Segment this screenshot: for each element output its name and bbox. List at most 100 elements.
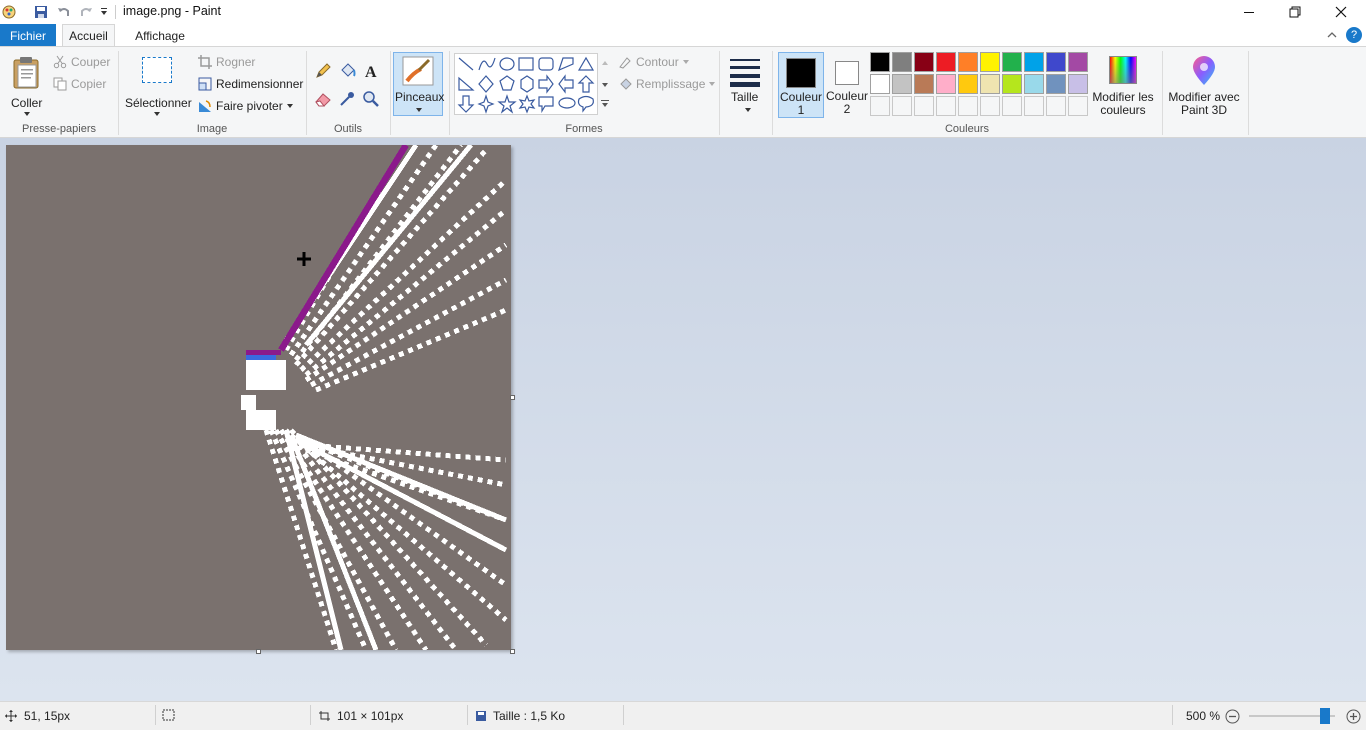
undo-icon[interactable] <box>55 3 73 21</box>
size-label: Taille <box>731 90 759 104</box>
zoom-in-button[interactable] <box>1346 709 1361 724</box>
palette-swatch[interactable] <box>1002 52 1022 72</box>
brush-icon <box>402 56 434 86</box>
copy-icon <box>53 77 67 91</box>
palette-swatch[interactable] <box>980 52 1000 72</box>
zoom-slider-thumb[interactable] <box>1320 708 1331 724</box>
copy-button[interactable]: Copier <box>53 77 106 91</box>
outline-button[interactable]: Contour <box>618 55 690 69</box>
palette-swatch[interactable] <box>870 74 890 94</box>
color-picker-icon[interactable] <box>338 90 356 108</box>
palette-swatch[interactable] <box>1024 52 1044 72</box>
outline-icon <box>619 57 631 69</box>
select-button[interactable]: Sélectionner <box>123 53 192 117</box>
palette-swatch[interactable] <box>958 74 978 94</box>
fill-button[interactable]: Remplissage <box>618 77 716 91</box>
status-separator <box>623 705 624 725</box>
resize-handle-bottom[interactable] <box>256 649 261 654</box>
color1-button[interactable]: Couleur 1 <box>778 52 824 118</box>
tab-view[interactable]: Affichage <box>124 24 196 47</box>
select-dropdown-icon[interactable] <box>153 111 161 117</box>
size-button[interactable]: Taille <box>726 53 764 115</box>
shapes-gallery[interactable] <box>454 53 598 115</box>
palette-swatch[interactable] <box>914 74 934 94</box>
palette-swatch[interactable] <box>1068 52 1088 72</box>
palette-swatch-empty[interactable] <box>980 96 1000 116</box>
resize-button[interactable]: Redimensionner <box>198 77 303 91</box>
customize-quick-access-icon[interactable] <box>98 3 110 21</box>
tab-home[interactable]: Accueil <box>62 24 115 47</box>
save-icon[interactable] <box>32 3 50 21</box>
palette-swatch[interactable] <box>892 52 912 72</box>
text-tool-icon[interactable]: A <box>362 62 380 81</box>
palette-swatch[interactable] <box>1002 74 1022 94</box>
minimize-button[interactable] <box>1226 0 1272 24</box>
zoom-slider-track[interactable] <box>1249 708 1335 724</box>
palette-swatch-empty[interactable] <box>892 96 912 116</box>
palette-swatch-empty[interactable] <box>1002 96 1022 116</box>
edit-with-paint3d-button[interactable]: Modifier avec Paint 3D <box>1166 53 1242 119</box>
palette-swatch-empty[interactable] <box>936 96 956 116</box>
outline-dropdown-icon[interactable] <box>682 59 690 65</box>
edit-colors-button[interactable]: Modifier les couleurs <box>1090 53 1156 119</box>
ribbon: Coller Couper Copier Presse-papiers Séle… <box>0 46 1366 138</box>
palette-swatch-empty[interactable] <box>870 96 890 116</box>
collapse-ribbon-icon[interactable] <box>1326 29 1338 43</box>
palette-swatch[interactable] <box>1046 74 1066 94</box>
brushes-dropdown-icon[interactable] <box>415 107 423 113</box>
magnifier-icon[interactable] <box>362 90 380 108</box>
palette-swatch[interactable] <box>892 74 912 94</box>
palette-swatch[interactable] <box>870 52 890 72</box>
palette-swatch[interactable] <box>1068 74 1088 94</box>
palette-swatch[interactable] <box>1046 52 1066 72</box>
palette-swatch-empty[interactable] <box>1024 96 1044 116</box>
resize-handle-right[interactable] <box>510 395 515 400</box>
zoom-out-button[interactable] <box>1225 709 1240 724</box>
color2-button[interactable]: Couleur 2 <box>825 52 869 118</box>
paste-label: Coller <box>11 96 43 110</box>
pencil-icon[interactable] <box>314 62 332 80</box>
drawing-canvas[interactable] <box>6 145 511 650</box>
palette-swatch-empty[interactable] <box>914 96 934 116</box>
color-palette[interactable] <box>870 52 1092 118</box>
canvas-workspace[interactable] <box>0 138 1366 701</box>
palette-swatch[interactable] <box>958 52 978 72</box>
shapes-scroll[interactable] <box>598 53 612 115</box>
palette-swatch-empty[interactable] <box>1068 96 1088 116</box>
paste-button[interactable]: Coller <box>8 53 46 117</box>
palette-swatch-empty[interactable] <box>958 96 978 116</box>
resize-handle-corner[interactable] <box>510 649 515 654</box>
close-button[interactable] <box>1318 0 1364 24</box>
help-icon[interactable]: ? <box>1346 27 1362 43</box>
paste-dropdown-icon[interactable] <box>23 111 31 117</box>
palette-swatch[interactable] <box>980 74 1000 94</box>
tab-file[interactable]: Fichier <box>0 24 56 47</box>
palette-swatch[interactable] <box>936 52 956 72</box>
color2-label: Couleur 2 <box>825 89 869 116</box>
palette-swatch-empty[interactable] <box>1046 96 1066 116</box>
paint-app-icon[interactable] <box>0 3 18 21</box>
brushes-button[interactable]: Pinceaux <box>393 52 445 116</box>
brushes-label: Pinceaux <box>395 90 445 104</box>
shapes-group-label: Formes <box>565 123 603 135</box>
palette-swatch[interactable] <box>914 52 934 72</box>
image-dimensions: 101 × 101px <box>318 709 403 723</box>
fill-icon <box>620 78 632 90</box>
rotate-button[interactable]: Faire pivoter <box>198 99 294 113</box>
fill-dropdown-icon[interactable] <box>708 81 716 87</box>
cursor-position-value: 51, 15px <box>24 709 71 723</box>
status-separator <box>310 705 311 725</box>
color2-swatch <box>835 61 859 85</box>
restore-button[interactable] <box>1272 0 1318 24</box>
palette-swatch[interactable] <box>936 74 956 94</box>
rotate-dropdown-icon[interactable] <box>286 103 294 109</box>
redo-icon[interactable] <box>77 3 95 21</box>
crop-button[interactable]: Rogner <box>198 55 255 69</box>
rotate-icon <box>199 100 211 112</box>
resize-icon <box>198 77 212 91</box>
cut-button[interactable]: Couper <box>53 55 110 69</box>
palette-swatch[interactable] <box>1024 74 1044 94</box>
eraser-icon[interactable] <box>314 90 332 108</box>
size-dropdown-icon[interactable] <box>744 107 752 113</box>
fill-bucket-icon[interactable] <box>338 62 356 80</box>
